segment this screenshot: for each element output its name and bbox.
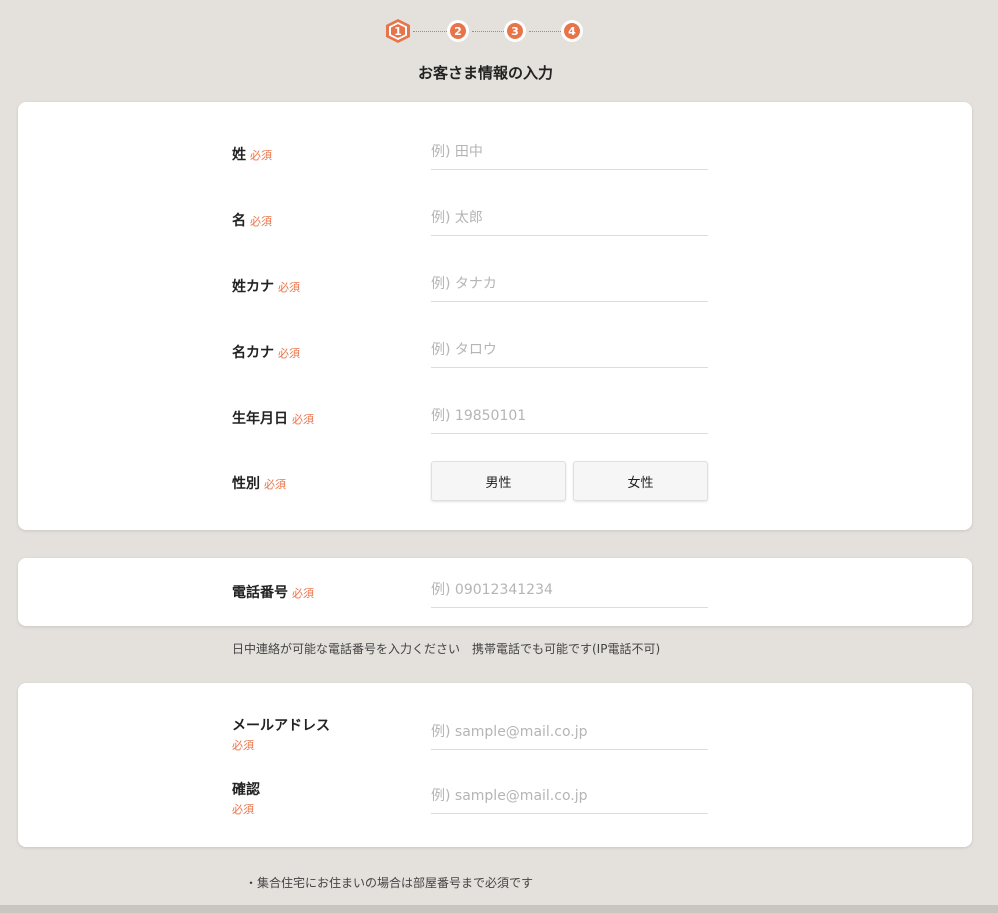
required-badge: 必須 xyxy=(232,803,254,816)
required-badge: 必須 xyxy=(264,478,286,491)
step-connector xyxy=(529,31,561,32)
step-2-number: 2 xyxy=(450,23,466,39)
step-2-indicator: 2 xyxy=(447,20,469,42)
email-card: メールアドレス必須 確認必須 xyxy=(18,683,972,847)
phone-note: 日中連絡が可能な電話番号を入力ください 携帯電話でも可能です(IP電話不可) xyxy=(232,642,661,656)
step-1-number: 1 xyxy=(394,24,402,38)
first-name-label: 名必須 xyxy=(232,213,272,229)
required-badge: 必須 xyxy=(250,215,272,228)
gender-label: 性別 必須 xyxy=(232,476,286,492)
step-connector xyxy=(413,31,447,32)
first-name-input[interactable] xyxy=(431,201,708,236)
last-name-kana-input[interactable] xyxy=(431,267,708,302)
step-4-indicator: 4 xyxy=(561,20,583,42)
first-name-kana-label: 名カナ 必須 xyxy=(232,345,300,361)
email-input[interactable] xyxy=(431,715,708,750)
required-badge: 必須 xyxy=(292,587,314,600)
birthdate-label: 生年月日 必須 xyxy=(232,411,314,427)
required-badge: 必須 xyxy=(292,413,314,426)
last-name-kana-label: 姓カナ 必須 xyxy=(232,279,300,295)
birthdate-input[interactable] xyxy=(431,399,708,434)
last-name-label: 姓必須 xyxy=(232,147,272,163)
email-label: メールアドレス 必須 xyxy=(232,718,330,752)
page-title: お客さま情報の入力 xyxy=(417,64,553,82)
step-3-indicator: 3 xyxy=(504,20,526,42)
phone-card: 電話番号 必須 xyxy=(18,558,972,626)
personal-info-card: 姓必須 名必須 姓カナ必須 名カナ必須 生年月日必須 性別必須 男性 女性 xyxy=(18,102,972,530)
address-note: ・集合住宅にお住まいの場合は部屋番号まで必須です xyxy=(245,876,534,890)
step-1-indicator: 1 xyxy=(386,19,410,43)
required-badge: 必須 xyxy=(278,347,300,360)
footer-strip xyxy=(0,905,998,913)
gender-male-button[interactable]: 男性 xyxy=(431,461,566,501)
phone-input[interactable] xyxy=(431,573,708,608)
first-name-kana-input[interactable] xyxy=(431,333,708,368)
phone-label: 電話番号 必須 xyxy=(232,585,314,601)
email-confirm-label: 確認 必須 xyxy=(232,782,260,816)
step-3-number: 3 xyxy=(507,23,523,39)
progress-stepper: 1 2 3 4 xyxy=(386,19,586,43)
gender-female-button[interactable]: 女性 xyxy=(573,461,708,501)
required-badge: 必須 xyxy=(250,149,272,162)
required-badge: 必須 xyxy=(232,739,254,752)
last-name-input[interactable] xyxy=(431,135,708,170)
email-confirm-input[interactable] xyxy=(431,779,708,814)
step-connector xyxy=(472,31,504,32)
required-badge: 必須 xyxy=(278,281,300,294)
step-4-number: 4 xyxy=(564,23,580,39)
